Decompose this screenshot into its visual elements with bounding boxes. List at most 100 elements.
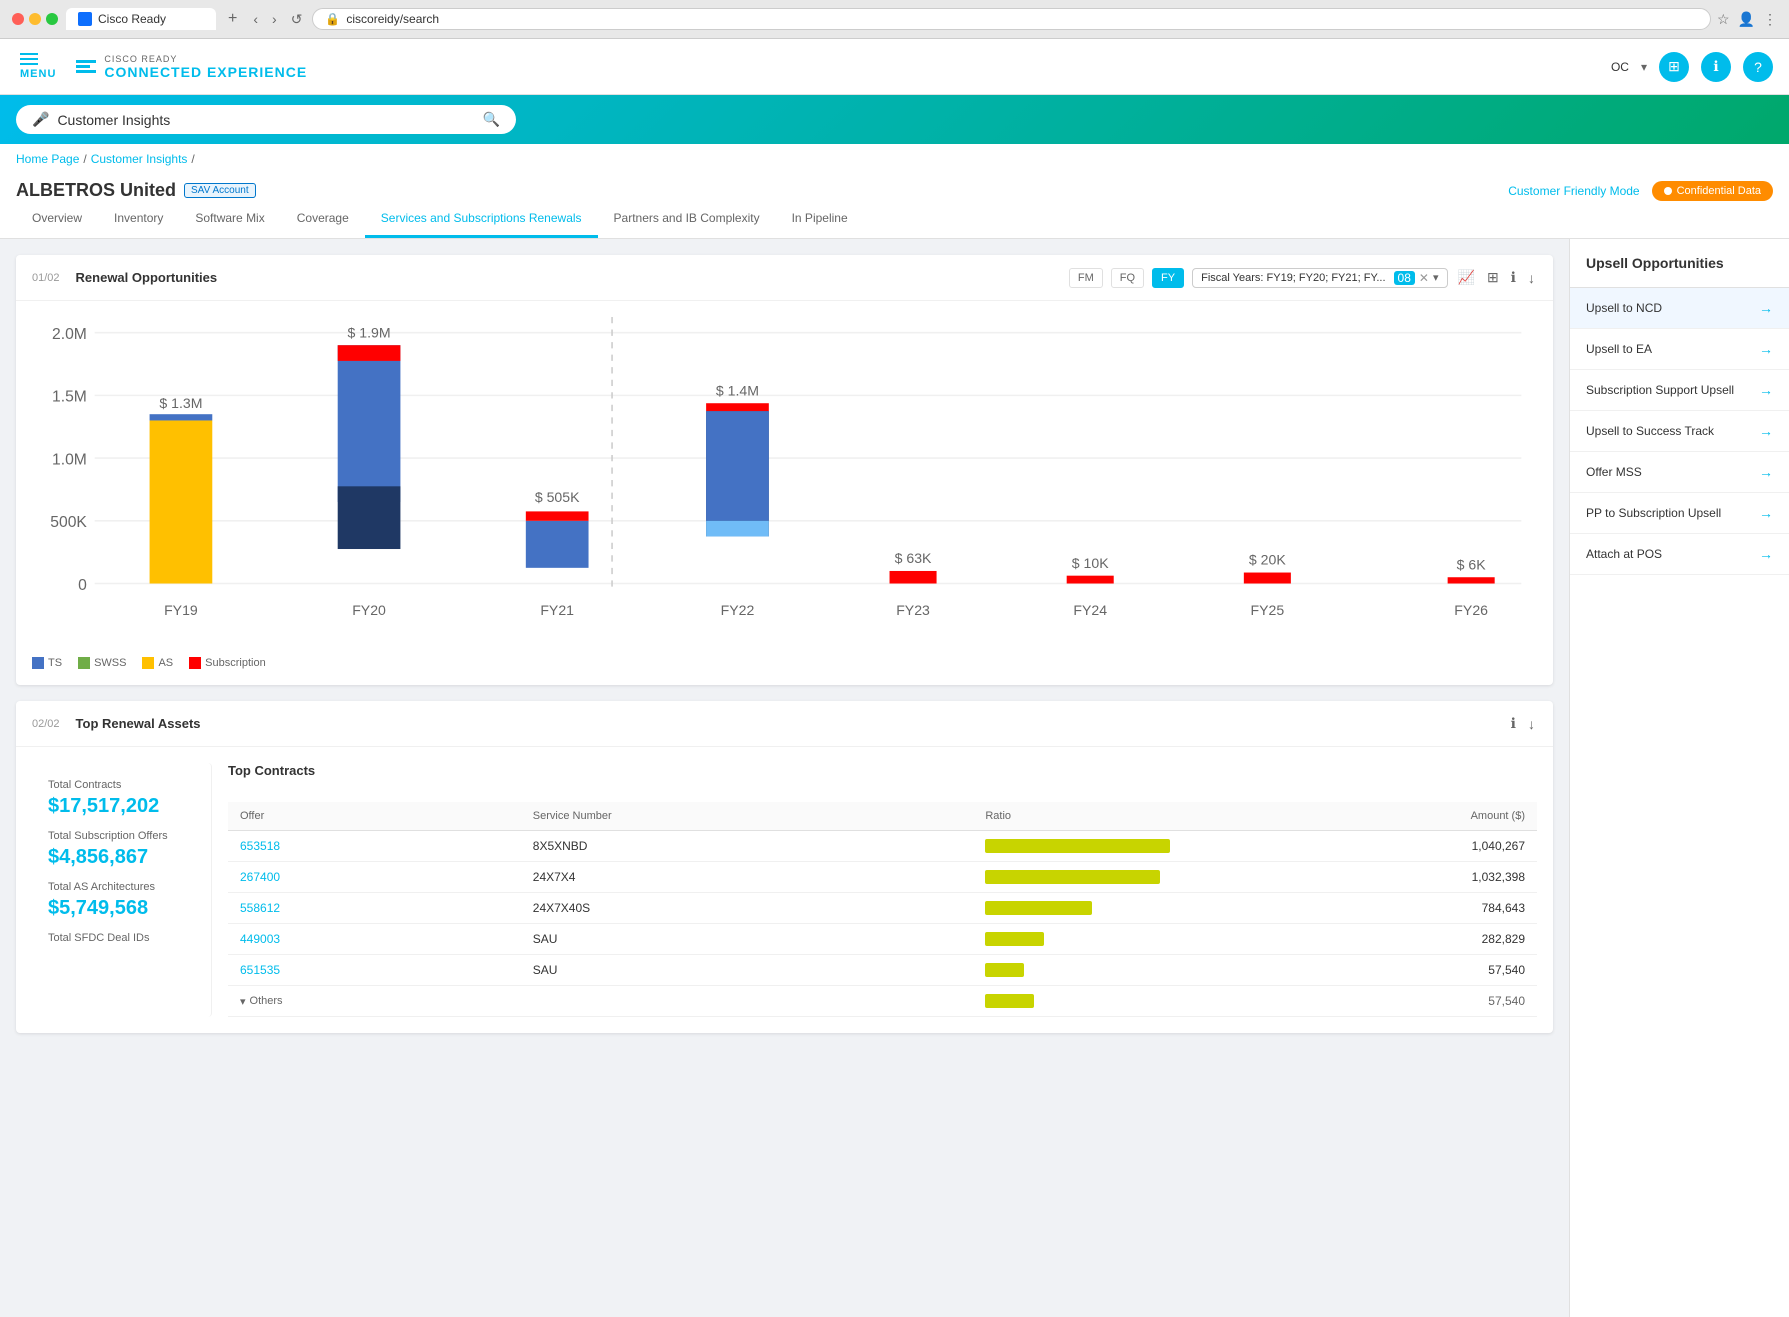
legend-as: AS: [142, 657, 173, 669]
fy-button[interactable]: FY: [1152, 268, 1184, 288]
menu-line-1: [20, 53, 38, 55]
filter-close-icon[interactable]: ✕: [1419, 271, 1429, 285]
top-renewal-card: 02/02 Top Renewal Assets ℹ ↓ Total Contr…: [16, 701, 1553, 1033]
others-amount: 57,540: [1192, 986, 1537, 1017]
svg-text:FY21: FY21: [540, 602, 574, 618]
legend-sub-label: Subscription: [205, 657, 266, 669]
close-dot[interactable]: [12, 13, 24, 25]
breadcrumb-insights[interactable]: Customer Insights: [91, 152, 188, 166]
filter-tag[interactable]: Fiscal Years: FY19; FY20; FY21; FY... 08…: [1192, 268, 1447, 288]
total-contracts-value: $17,517,202: [48, 795, 195, 818]
offer-link-5[interactable]: 651535: [240, 963, 280, 977]
menu-button[interactable]: MENU: [16, 49, 60, 84]
summary-panel: Total Contracts $17,517,202 Total Subscr…: [32, 763, 212, 1017]
svg-text:$ 6K: $ 6K: [1457, 556, 1487, 572]
sidebar-item-offer-mss[interactable]: Offer MSS →: [1570, 452, 1789, 493]
profile-icon[interactable]: 👤: [1738, 11, 1755, 28]
offer-link-2[interactable]: 267400: [240, 870, 280, 884]
tab-inventory[interactable]: Inventory: [98, 201, 179, 238]
sidebar-item-attach-pos[interactable]: Attach at POS →: [1570, 534, 1789, 575]
svg-text:0: 0: [78, 577, 87, 594]
chart-bar-icon[interactable]: ⊞: [1485, 267, 1501, 288]
menu-dots-icon[interactable]: ⋮: [1763, 11, 1777, 28]
offer-link-1[interactable]: 653518: [240, 839, 280, 853]
sidebar-item-upsell-ea[interactable]: Upsell to EA →: [1570, 329, 1789, 370]
fm-button[interactable]: FM: [1069, 268, 1103, 288]
offer-link-3[interactable]: 558612: [240, 901, 280, 915]
section-num-2: 02/02: [32, 718, 60, 730]
pp-sub-label: PP to Subscription Upsell: [1586, 506, 1721, 520]
address-bar-area: ‹ › ↺ 🔒 ciscoreidy/search ☆ 👤 ⋮: [249, 8, 1777, 30]
offer-mss-arrow: →: [1759, 464, 1773, 480]
top-contracts-area: Top Contracts Offer Service Number Ratio…: [228, 763, 1537, 1017]
customer-mode-link[interactable]: Customer Friendly Mode: [1508, 184, 1639, 198]
others-expand-button[interactable]: ▾ Others: [240, 995, 283, 1008]
info-circle-icon[interactable]: ℹ: [1509, 267, 1518, 288]
header-right: OC ▾ ⊞ ℹ ?: [1611, 52, 1773, 82]
top-renewal-download-icon[interactable]: ↓: [1526, 714, 1537, 734]
svg-text:FY20: FY20: [352, 602, 386, 618]
svg-text:FY26: FY26: [1454, 602, 1488, 618]
svg-text:2.0M: 2.0M: [52, 326, 87, 343]
breadcrumb-home[interactable]: Home Page: [16, 152, 79, 166]
back-button[interactable]: ‹: [249, 9, 262, 29]
top-renewal-info-icon[interactable]: ℹ: [1509, 713, 1518, 734]
address-bar[interactable]: 🔒 ciscoreidy/search: [312, 8, 1711, 30]
mic-icon[interactable]: 🎤: [32, 111, 49, 128]
col-service: Service Number: [521, 802, 974, 831]
header-left: MENU CISCO READY CONNECTED EXPERIENCE: [16, 49, 307, 84]
tab-coverage[interactable]: Coverage: [281, 201, 365, 238]
sub-support-label: Subscription Support Upsell: [1586, 383, 1734, 397]
sidebar-item-pp-sub[interactable]: PP to Subscription Upsell →: [1570, 493, 1789, 534]
tab-partners-ib[interactable]: Partners and IB Complexity: [598, 201, 776, 238]
svg-text:$ 505K: $ 505K: [535, 489, 580, 505]
minimize-dot[interactable]: [29, 13, 41, 25]
browser-tab[interactable]: Cisco Ready: [66, 8, 216, 30]
upsell-ea-arrow: →: [1759, 341, 1773, 357]
svg-text:FY22: FY22: [721, 602, 755, 618]
sidebar-item-sub-support[interactable]: Subscription Support Upsell →: [1570, 370, 1789, 411]
sidebar-item-upsell-ncd[interactable]: Upsell to NCD →: [1570, 288, 1789, 329]
download-icon[interactable]: ↓: [1526, 268, 1537, 288]
confidential-text: Confidential Data: [1677, 185, 1761, 197]
sub-support-arrow: →: [1759, 382, 1773, 398]
sidebar-item-success-track[interactable]: Upsell to Success Track →: [1570, 411, 1789, 452]
service-3: 24X7X40S: [521, 893, 974, 924]
grid-icon[interactable]: ⊞: [1659, 52, 1689, 82]
new-tab-button[interactable]: +: [224, 10, 241, 28]
chart-line-icon[interactable]: 📈: [1456, 267, 1477, 288]
others-label: Others: [250, 995, 283, 1007]
logo-bar-1: [76, 60, 96, 63]
main-tabs: Overview Inventory Software Mix Coverage…: [0, 201, 1789, 239]
help-icon[interactable]: ?: [1743, 52, 1773, 82]
filter-text: Fiscal Years: FY19; FY20; FY21; FY...: [1201, 272, 1385, 284]
service-1: 8X5XNBD: [521, 831, 974, 862]
tab-services-renewals[interactable]: Services and Subscriptions Renewals: [365, 201, 598, 238]
chart-area: 2.0M 1.5M 1.0M 500K 0 $ 1.: [16, 301, 1553, 685]
refresh-button[interactable]: ↺: [287, 9, 307, 30]
fq-button[interactable]: FQ: [1111, 268, 1144, 288]
total-contracts-label: Total Contracts: [48, 779, 195, 791]
maximize-dot[interactable]: [46, 13, 58, 25]
forward-button[interactable]: ›: [268, 9, 281, 29]
menu-line-2: [20, 58, 38, 60]
star-icon[interactable]: ☆: [1717, 11, 1730, 28]
tab-software-mix[interactable]: Software Mix: [179, 201, 280, 238]
tab-overview[interactable]: Overview: [16, 201, 98, 238]
svg-text:$ 1.9M: $ 1.9M: [348, 324, 391, 340]
table-row: 449003 SAU 282,829: [228, 924, 1537, 955]
svg-text:500K: 500K: [50, 514, 87, 531]
chevron-down-icon[interactable]: ▾: [1641, 60, 1647, 74]
search-icon[interactable]: 🔍: [483, 111, 500, 128]
info-icon[interactable]: ℹ: [1701, 52, 1731, 82]
svg-text:1.0M: 1.0M: [52, 451, 87, 468]
search-bar[interactable]: 🎤 🔍: [16, 105, 516, 134]
amount-2: 1,032,398: [1192, 862, 1537, 893]
table-row-others: ▾ Others 57,540: [228, 986, 1537, 1017]
filter-dropdown-icon[interactable]: ▾: [1433, 271, 1439, 284]
amount-4: 282,829: [1192, 924, 1537, 955]
search-input[interactable]: [57, 112, 474, 128]
offer-link-4[interactable]: 449003: [240, 932, 280, 946]
logo-text: CISCO READY CONNECTED EXPERIENCE: [104, 54, 307, 80]
tab-in-pipeline[interactable]: In Pipeline: [776, 201, 864, 238]
